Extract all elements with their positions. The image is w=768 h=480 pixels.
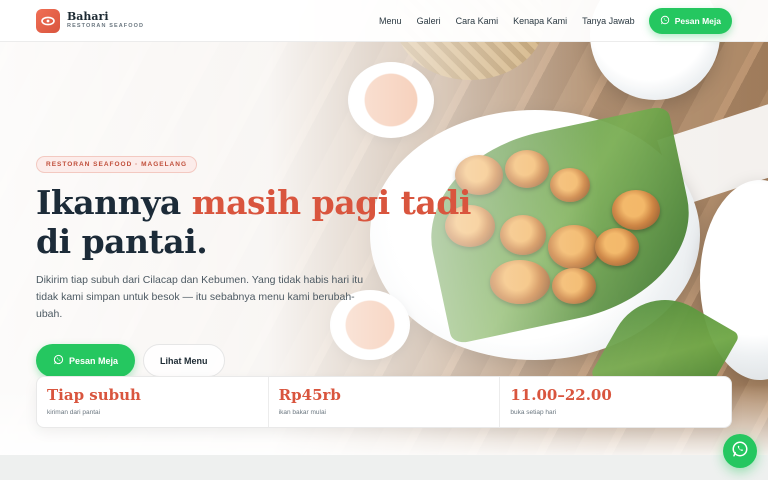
- headline-part-1: Ikannya: [36, 183, 192, 222]
- stat-value: 11.00–22.00: [510, 386, 612, 404]
- headline-part-2: di pantai.: [36, 222, 208, 261]
- hero-book-table-button[interactable]: Pesan Meja: [36, 344, 136, 377]
- headline-accent: masih pagi tadi: [191, 183, 472, 222]
- brand-name: Bahari: [67, 10, 109, 24]
- stat-item: 11.00–22.00 buka setiap hari: [499, 377, 731, 427]
- brand-tagline: RESTORAN SEAFOOD: [67, 23, 145, 30]
- hero-headline: Ikannya masih pagi tadi di pantai.: [36, 183, 476, 261]
- next-section: [0, 455, 768, 480]
- whatsapp-icon: [731, 440, 749, 463]
- stat-item: Tiap subuh kiriman dari pantai: [37, 377, 268, 427]
- nav-link-galeri[interactable]: Galeri: [417, 16, 441, 26]
- nav-link-kenapa-kami[interactable]: Kenapa Kami: [513, 16, 567, 26]
- stat-item: Rp45rb ikan bakar mulai: [267, 377, 500, 427]
- header-book-table-label: Pesan Meja: [674, 15, 721, 26]
- hero-eyebrow-badge: RESTORAN SEAFOOD · MAGELANG: [36, 156, 197, 173]
- main-nav: Menu Galeri Cara Kami Kenapa Kami Tanya …: [379, 16, 635, 26]
- stat-label: buka setiap hari: [510, 409, 557, 416]
- whatsapp-icon: [53, 354, 64, 367]
- header-book-table-button[interactable]: Pesan Meja: [648, 7, 732, 34]
- nav-link-tanya-jawab[interactable]: Tanya Jawab: [582, 16, 635, 26]
- hero-subtitle: Dikirim tiap subuh dari Cilacap dan Kebu…: [36, 274, 364, 320]
- stat-label: ikan bakar mulai: [278, 409, 326, 416]
- site-header: Bahari RESTORAN SEAFOOD Menu Galeri Cara…: [0, 0, 768, 42]
- stat-value: Rp45rb: [278, 386, 341, 404]
- stat-label: kiriman dari pantai: [47, 409, 101, 416]
- brand[interactable]: Bahari RESTORAN SEAFOOD: [67, 11, 144, 30]
- nav-link-cara-kami[interactable]: Cara Kami: [456, 16, 499, 26]
- hero-book-table-label: Pesan Meja: [69, 355, 119, 366]
- stats-card: Tiap subuh kiriman dari pantai Rp45rb ik…: [36, 376, 732, 428]
- whatsapp-icon: [660, 15, 670, 27]
- floating-whatsapp-button[interactable]: [723, 434, 757, 468]
- hero-section: RESTORAN SEAFOOD · MAGELANG Ikannya masi…: [36, 153, 476, 377]
- fish-logo-icon[interactable]: [36, 8, 60, 33]
- stat-value: Tiap subuh: [47, 386, 141, 404]
- nav-link-menu[interactable]: Menu: [379, 16, 402, 26]
- hero-cta-row: Pesan Meja Lihat Menu: [36, 344, 476, 377]
- view-menu-button[interactable]: Lihat Menu: [143, 344, 225, 377]
